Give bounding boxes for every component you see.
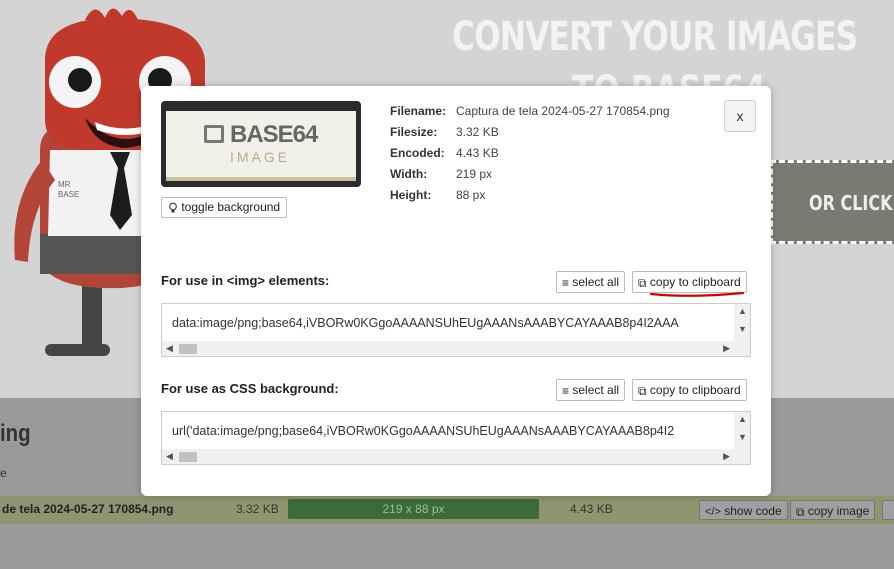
scrollbar-thumb[interactable] — [179, 344, 197, 354]
preview-logo-text: BASE64 — [230, 121, 318, 148]
css-code-textarea[interactable]: url('data:image/png;base64,iVBORw0KGgoAA… — [161, 411, 751, 465]
list-icon: ≡ — [562, 275, 570, 290]
encoded-value: 4.43 KB — [456, 146, 499, 160]
filesize-value: 3.32 KB — [456, 125, 499, 139]
info-row-filesize: Filesize: 3.32 KB — [390, 125, 499, 139]
info-row-filename: Filename: Captura de tela 2024-05-27 1708… — [390, 104, 670, 118]
red-underline-annotation — [649, 291, 745, 297]
copy-icon: ⧉ — [638, 275, 647, 290]
css-code-text: url('data:image/png;base64,iVBORw0KGgoAA… — [172, 424, 675, 438]
info-row-height: Height: 88 px — [390, 188, 486, 202]
height-value: 88 px — [456, 188, 486, 202]
lightbulb-icon — [169, 202, 177, 213]
img-code-textarea[interactable]: data:image/png;base64,iVBORw0KGgoAAAANSU… — [161, 303, 751, 357]
img-select-all-button[interactable]: ≡ select all — [556, 271, 626, 293]
toggle-background-button[interactable]: toggle background — [161, 197, 288, 218]
info-row-encoded: Encoded: 4.43 KB — [390, 146, 499, 160]
image-details-modal: BASE64 IMAGE toggle background Filename:… — [141, 86, 771, 496]
image-icon — [204, 125, 224, 143]
img-code-text: data:image/png;base64,iVBORw0KGgoAAAANSU… — [172, 316, 679, 330]
close-button[interactable]: x — [724, 100, 756, 132]
vertical-scrollbar[interactable]: ▲ ▼ — [734, 412, 750, 464]
copy-icon: ⧉ — [638, 383, 647, 398]
file-info: Filename: Captura de tela 2024-05-27 1708… — [390, 103, 670, 208]
scrollbar-thumb[interactable] — [179, 452, 197, 462]
img-section-label: For use in <img> elements: — [161, 273, 330, 288]
width-value: 219 px — [456, 167, 493, 181]
css-section-label: For use as CSS background: — [161, 381, 339, 396]
css-copy-to-clipboard-button[interactable]: ⧉ copy to clipboard — [632, 379, 747, 401]
css-select-all-button[interactable]: ≡ select all — [556, 379, 626, 401]
horizontal-scrollbar[interactable]: ◀ ▶ — [162, 449, 734, 464]
list-icon: ≡ — [562, 383, 570, 398]
image-preview: BASE64 IMAGE — [161, 101, 361, 187]
horizontal-scrollbar[interactable]: ◀ ▶ — [162, 341, 734, 356]
filename-value: Captura de tela 2024-05-27 170854.png — [456, 104, 670, 118]
info-row-width: Width: 219 px — [390, 167, 493, 181]
vertical-scrollbar[interactable]: ▲ ▼ — [734, 304, 750, 356]
preview-logo-subtext: IMAGE — [230, 149, 291, 165]
